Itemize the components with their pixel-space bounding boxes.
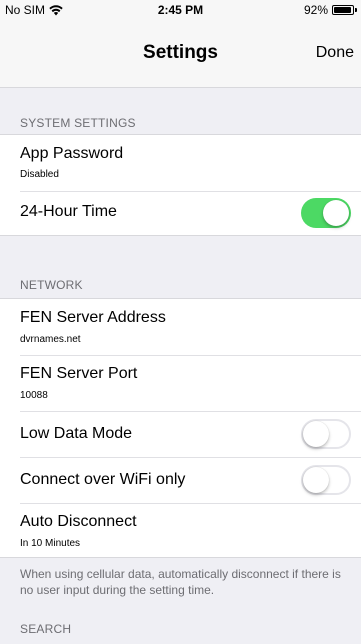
page-title: Settings <box>143 42 218 63</box>
hour-24-row: 24-Hour Time <box>0 191 361 235</box>
low-data-mode-row: Low Data Mode <box>0 411 361 457</box>
status-right: 92% <box>304 3 357 17</box>
app-password-label: App Password <box>20 145 124 162</box>
nav-bar: Settings Done <box>0 20 361 88</box>
toggle-knob <box>303 421 329 447</box>
app-password-row[interactable]: App Password Disabled <box>0 135 361 191</box>
server-address-value: dvrnames.net <box>20 334 81 345</box>
auto-disconnect-row[interactable]: Auto Disconnect In 10 Minutes <box>0 503 361 557</box>
server-address-label: FEN Server Address <box>20 309 166 326</box>
network-footer-note: When using cellular data, automatically … <box>20 567 341 597</box>
network-group: FEN Server Address dvrnames.net FEN Serv… <box>0 298 361 558</box>
toggle-knob <box>323 200 349 226</box>
battery-icon <box>332 5 354 15</box>
system-settings-group: App Password Disabled 24-Hour Time <box>0 134 361 236</box>
battery-fill <box>334 7 351 13</box>
section-header-network: NETWORK <box>20 278 83 292</box>
wifi-only-toggle[interactable] <box>301 465 351 495</box>
hour-24-toggle[interactable] <box>301 198 351 228</box>
battery-percent: 92% <box>303 3 328 17</box>
server-port-label: FEN Server Port <box>20 365 138 382</box>
app-password-value: Disabled <box>20 169 59 180</box>
server-port-value: 10088 <box>20 390 48 401</box>
status-bar: No SIM 2:45 PM 92% <box>0 0 361 20</box>
wifi-only-row: Connect over WiFi only <box>0 457 361 503</box>
server-address-row[interactable]: FEN Server Address dvrnames.net <box>0 299 361 355</box>
hour-24-label: 24-Hour Time <box>20 203 117 220</box>
battery-tip <box>355 8 357 12</box>
low-data-mode-toggle[interactable] <box>301 419 351 449</box>
done-button[interactable]: Done <box>316 44 354 62</box>
toggle-knob <box>303 467 329 493</box>
server-port-row[interactable]: FEN Server Port 10088 <box>0 355 361 411</box>
section-header-search: SEARCH <box>20 622 72 636</box>
section-header-system-settings: SYSTEM SETTINGS <box>20 116 136 130</box>
auto-disconnect-label: Auto Disconnect <box>20 513 137 530</box>
wifi-only-label: Connect over WiFi only <box>20 471 186 488</box>
auto-disconnect-value: In 10 Minutes <box>20 538 81 549</box>
low-data-mode-label: Low Data Mode <box>20 425 133 442</box>
